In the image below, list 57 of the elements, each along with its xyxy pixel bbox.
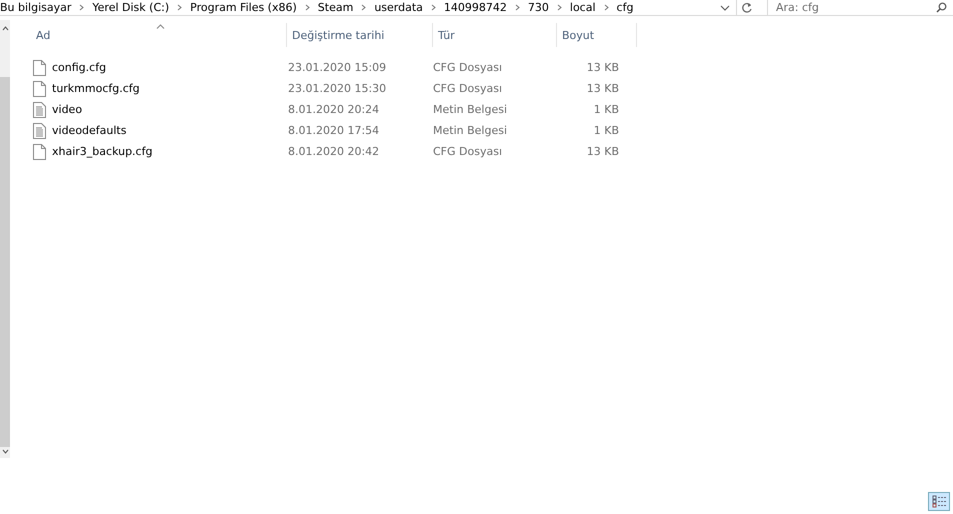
breadcrumb-item[interactable]: Yerel Disk (C:) xyxy=(92,1,170,14)
file-name[interactable]: config.cfg xyxy=(52,61,106,74)
file-size: 13 KB xyxy=(586,145,620,158)
search-field[interactable]: Ara: cfg xyxy=(776,1,936,14)
scrollbar[interactable] xyxy=(0,20,10,458)
file-size: 13 KB xyxy=(586,82,620,95)
breadcrumb-item[interactable]: 140998742 xyxy=(444,1,507,14)
scroll-thumb[interactable] xyxy=(0,77,10,447)
sort-ascending-icon[interactable] xyxy=(156,24,165,29)
scroll-up-icon[interactable] xyxy=(2,26,8,31)
file-type: CFG Dosyası xyxy=(432,61,503,74)
file-size: 1 KB xyxy=(592,124,620,137)
column-header[interactable]: Boyut xyxy=(557,23,637,47)
chevron-right-icon xyxy=(514,4,520,11)
search-icon xyxy=(936,2,947,13)
column-header[interactable]: Tür xyxy=(433,23,557,47)
modified-date: 8.01.2020 20:42 xyxy=(287,145,380,158)
modified-date: 8.01.2020 17:54 xyxy=(287,124,380,137)
breadcrumb-item[interactable]: 730 xyxy=(528,1,549,14)
breadcrumb-item[interactable]: userdata xyxy=(374,1,423,14)
modified-date: 23.01.2020 15:09 xyxy=(287,61,388,74)
refresh-icon[interactable] xyxy=(741,2,753,14)
chevron-right-icon xyxy=(361,4,366,11)
text-file-icon xyxy=(33,122,46,138)
scroll-down-icon[interactable] xyxy=(2,449,8,454)
file-name[interactable]: xhair3_backup.cfg xyxy=(52,145,152,158)
file-type: CFG Dosyası xyxy=(432,82,503,95)
chevron-right-icon xyxy=(556,4,562,11)
breadcrumb-item[interactable]: Steam xyxy=(318,1,354,14)
breadcrumb-item[interactable]: cfg xyxy=(616,1,634,14)
address-bar[interactable]: Bu bilgisayar Yerel Disk (C:) Program Files (x86) Steam userdata 140998742 730 local cfg xyxy=(0,0,737,15)
file-size: 13 KB xyxy=(586,61,620,74)
breadcrumb-item[interactable]: Program Files (x86) xyxy=(190,1,297,14)
chevron-right-icon xyxy=(177,4,182,11)
chevron-right-icon xyxy=(79,4,84,11)
dropdown-icon[interactable] xyxy=(720,4,730,10)
chevron-right-icon xyxy=(430,4,436,11)
chevron-right-icon xyxy=(304,4,310,11)
file-type: CFG Dosyası xyxy=(432,145,503,158)
column-header[interactable]: Değiştirme tarihi xyxy=(287,23,433,47)
file-type: Metin Belgesi xyxy=(432,103,508,116)
modified-date: 8.01.2020 20:24 xyxy=(287,103,380,116)
file-icon xyxy=(33,144,46,160)
column-header[interactable]: Ad xyxy=(31,23,287,47)
file-size: 1 KB xyxy=(592,103,620,116)
file-icon xyxy=(33,60,46,76)
text-file-icon xyxy=(33,102,46,118)
breadcrumb-item[interactable]: Bu bilgisayar xyxy=(0,1,72,14)
breadcrumb-item[interactable]: local xyxy=(570,1,596,14)
details-view-icon[interactable] xyxy=(928,492,950,510)
file-name[interactable]: videodefaults xyxy=(52,124,126,137)
file-icon xyxy=(33,80,46,96)
file-type: Metin Belgesi xyxy=(432,124,508,137)
chevron-right-icon xyxy=(604,4,609,11)
modified-date: 23.01.2020 15:30 xyxy=(287,82,388,95)
file-name[interactable]: video xyxy=(52,103,82,116)
file-name[interactable]: turkmmocfg.cfg xyxy=(52,82,140,95)
